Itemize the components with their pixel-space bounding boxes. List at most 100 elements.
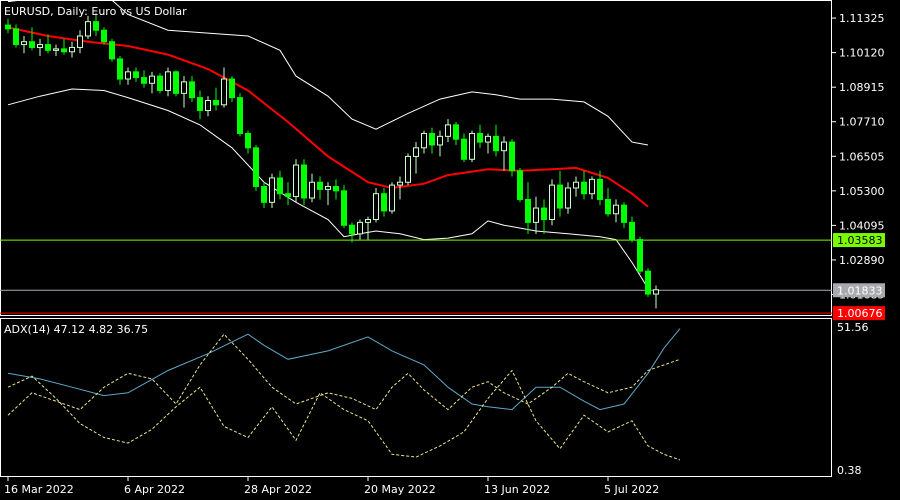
candle-body — [485, 135, 491, 143]
candle — [509, 139, 515, 177]
candle-body — [597, 178, 603, 200]
candle-body — [69, 46, 75, 53]
candle-body — [245, 132, 251, 149]
candle-body — [389, 184, 395, 212]
candle-body — [621, 204, 627, 223]
candle-body — [645, 270, 651, 295]
candle-body — [133, 71, 139, 79]
candle-body — [541, 207, 547, 221]
candle-body — [381, 193, 387, 212]
candle-body — [469, 132, 475, 160]
candle — [293, 159, 299, 203]
candle-body — [525, 198, 531, 223]
adx-tick-label: 0.38 — [837, 464, 862, 477]
candle-body — [477, 132, 483, 143]
candle-body — [29, 41, 35, 48]
candle-body — [213, 100, 219, 106]
candle-body — [397, 181, 403, 186]
chart-window: EURUSD, Daily: Euro vs US Dollar 1.11325… — [0, 0, 900, 500]
candle-body — [565, 187, 571, 209]
price-tick-label: 1.05300 — [839, 185, 885, 198]
candle-body — [165, 71, 171, 91]
candle-body — [557, 184, 563, 209]
candle-body — [629, 221, 635, 241]
time-tick-label: 13 Jun 2022 — [484, 483, 550, 496]
candle-body — [157, 75, 163, 91]
candle-body — [341, 190, 347, 226]
chart-title: EURUSD, Daily: Euro vs US Dollar — [4, 5, 187, 18]
candle-body — [461, 138, 467, 160]
candle-body — [109, 41, 115, 60]
price-label-red: 1.00676 — [837, 307, 883, 320]
candle-body — [237, 97, 243, 134]
candle-body — [173, 71, 179, 94]
candle-body — [5, 24, 11, 30]
candle-body — [637, 239, 643, 272]
candle-body — [277, 177, 283, 195]
candle-body — [45, 44, 51, 51]
candle — [229, 76, 235, 102]
candle-body — [581, 181, 587, 195]
candle-body — [365, 219, 371, 223]
price-tick-label: 1.02890 — [839, 254, 885, 267]
candle-body — [413, 147, 419, 157]
candle-body — [437, 135, 443, 146]
candle-body — [13, 28, 19, 46]
candle-body — [125, 71, 131, 80]
candle-body — [197, 97, 203, 112]
candle-body — [589, 178, 595, 195]
candle — [405, 153, 411, 186]
candle-body — [93, 21, 99, 31]
candle-body — [421, 132, 427, 149]
price-label-grey: 1.01833 — [837, 284, 883, 297]
candle — [253, 144, 259, 191]
time-tick-label: 6 Apr 2022 — [124, 483, 185, 496]
candle-body — [285, 193, 291, 198]
candle-body — [21, 41, 27, 46]
candle-body — [501, 141, 507, 152]
candle-body — [61, 48, 67, 53]
candle-body — [181, 81, 187, 94]
candle — [517, 167, 523, 203]
time-tick-label: 20 May 2022 — [364, 483, 436, 496]
candle-body — [85, 21, 91, 37]
candle-body — [261, 186, 267, 203]
candle-body — [653, 289, 659, 295]
candle-body — [533, 207, 539, 223]
candle — [341, 185, 347, 229]
time-tick-label: 28 Apr 2022 — [244, 483, 312, 496]
candle-body — [325, 186, 331, 190]
candle-body — [573, 181, 579, 189]
candle — [549, 179, 555, 226]
candle-body — [445, 124, 451, 137]
price-tick-label: 1.06505 — [839, 150, 885, 163]
candle-body — [317, 181, 323, 190]
candle-body — [77, 35, 83, 48]
price-label-green: 1.03583 — [837, 234, 883, 247]
candle — [101, 27, 107, 45]
candle-body — [37, 44, 43, 48]
adx-title: ADX(14) 47.12 4.82 36.75 — [4, 323, 148, 336]
candle-body — [493, 135, 499, 152]
price-tick-label: 1.11325 — [839, 12, 885, 25]
candle-body — [517, 170, 523, 200]
adx-tick-label: 51.56 — [837, 321, 869, 334]
candle — [109, 38, 115, 62]
candle-body — [373, 193, 379, 221]
candle — [389, 182, 395, 214]
candle-body — [205, 100, 211, 112]
candle-body — [149, 75, 155, 84]
candle-body — [141, 77, 147, 84]
candle — [173, 70, 179, 97]
candle-body — [453, 124, 459, 140]
price-tick-label: 1.08915 — [839, 81, 885, 94]
candle — [301, 159, 307, 206]
candle-body — [605, 198, 611, 215]
candle-body — [405, 155, 411, 183]
candle-body — [301, 164, 307, 199]
candle-body — [101, 29, 107, 43]
candle-body — [117, 58, 123, 80]
candle-body — [429, 132, 435, 146]
candle-body — [189, 81, 195, 99]
candle-body — [349, 224, 355, 235]
